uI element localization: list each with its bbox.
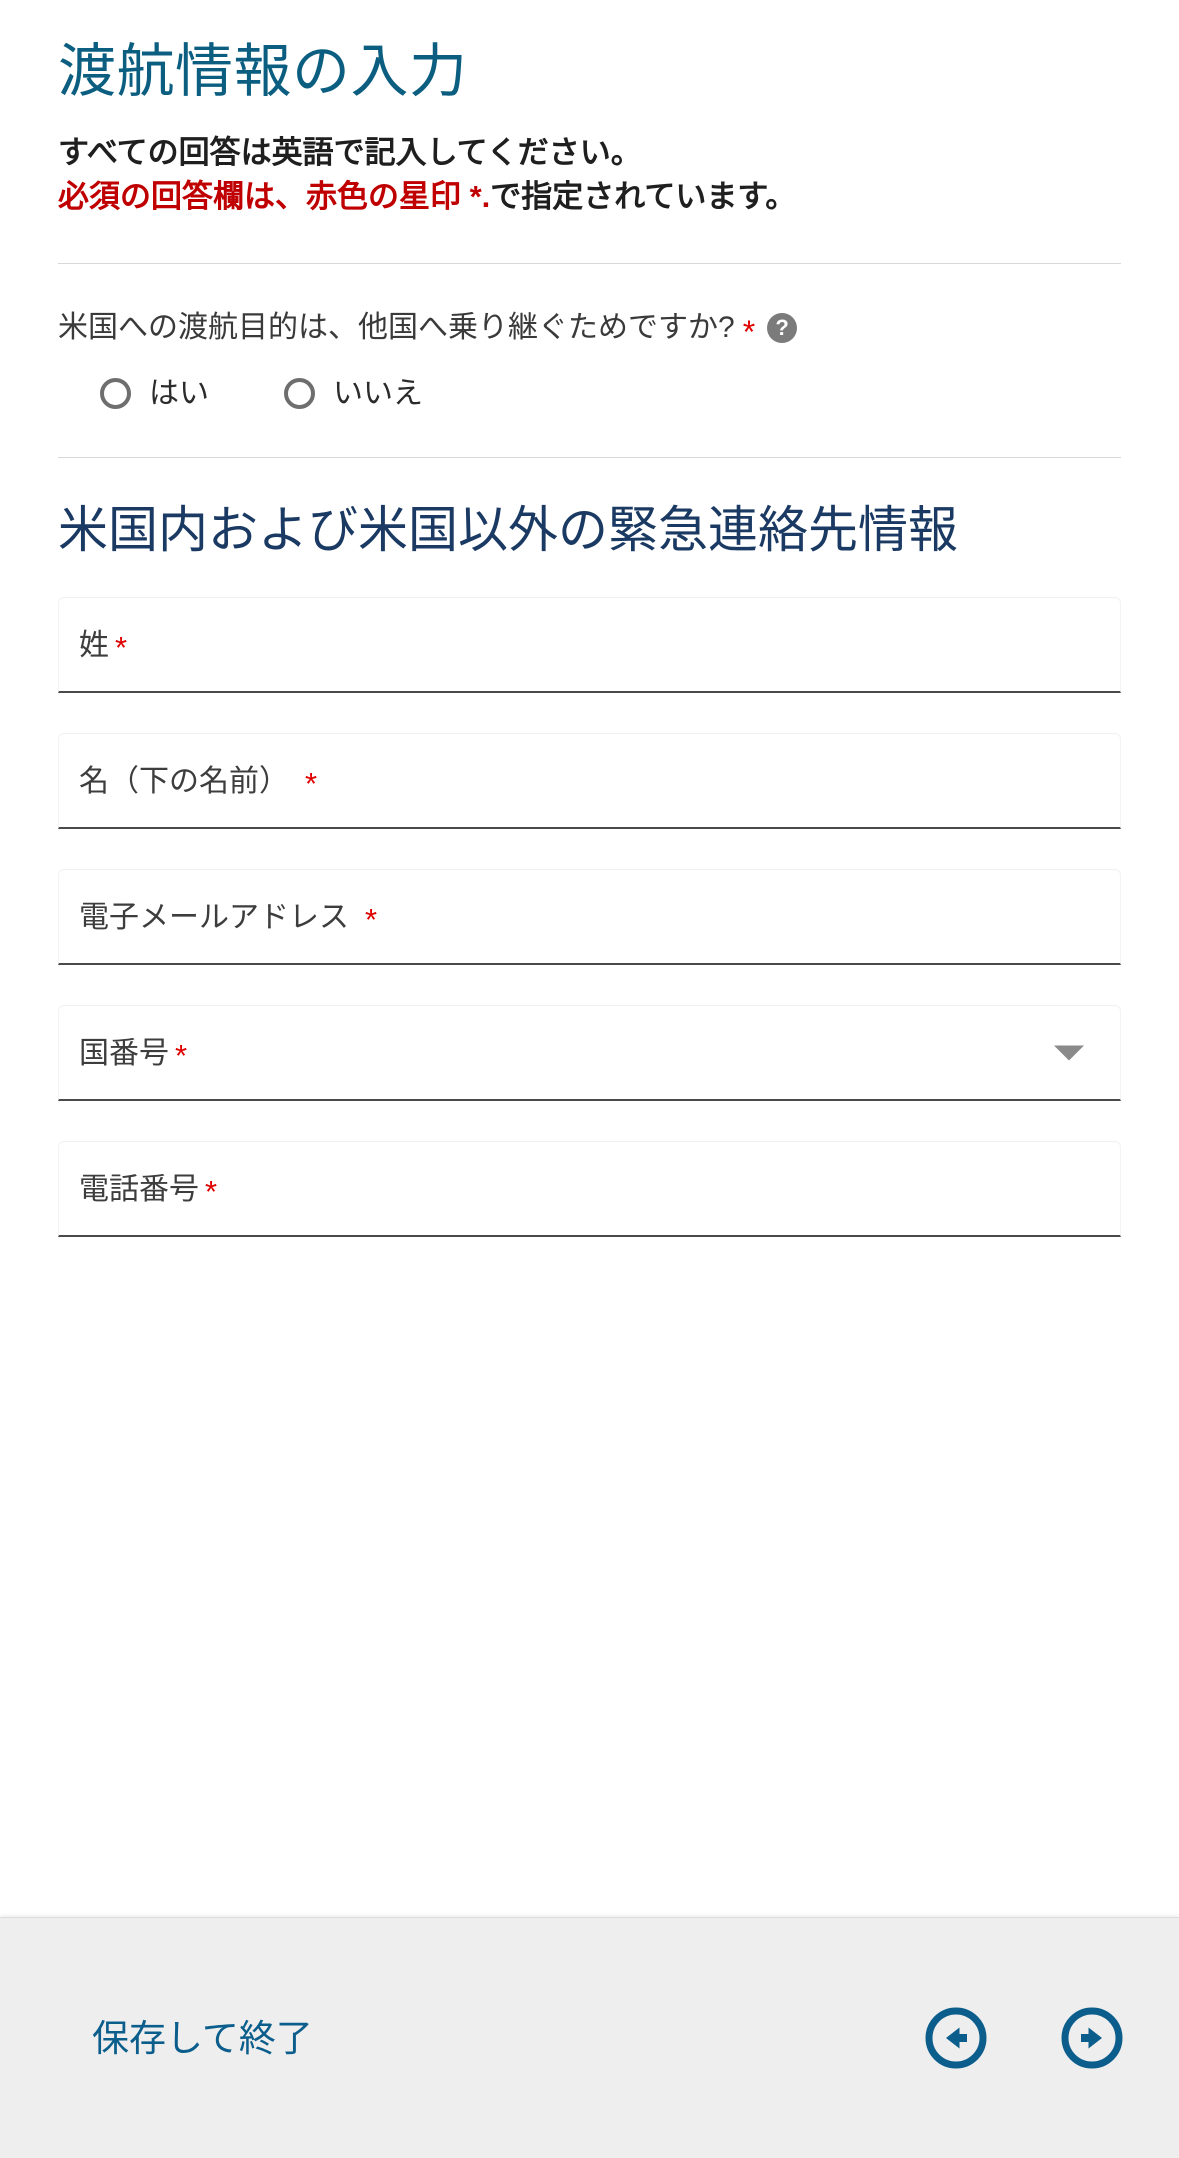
- chevron-down-icon[interactable]: [1054, 1045, 1084, 1061]
- required-asterisk: *: [175, 1037, 188, 1073]
- required-asterisk: *: [305, 765, 318, 801]
- radio-circle-icon[interactable]: [284, 378, 315, 410]
- save-and-exit-button[interactable]: 保存して終了: [92, 2020, 313, 2057]
- help-question-icon[interactable]: ?: [767, 312, 798, 343]
- required-asterisk: *: [365, 901, 378, 937]
- field-label-family-name: 姓 *: [79, 628, 128, 665]
- travel-info-form-page: 渡航情報の入力 すべての回答は英語で記入してください。 必須の回答欄は、赤色の星…: [0, 0, 1179, 2158]
- required-asterisk: *: [742, 313, 756, 350]
- transit-question-block: 米国への渡航目的は、他国へ乗り継ぐためですか? * ? はい いいえ: [58, 264, 1121, 410]
- form-footer-bar: 保存して終了: [0, 1917, 1179, 2158]
- radio-option-yes[interactable]: はい: [100, 376, 209, 410]
- radio-label-no: いいえ: [333, 376, 423, 410]
- intro-required-red: 必須の回答欄は、赤色の星印 *.: [58, 178, 491, 214]
- field-given-name[interactable]: 名（下の名前） *: [58, 733, 1121, 830]
- intro-instructions: すべての回答は英語で記入してください。 必須の回答欄は、赤色の星印 *.で指定さ…: [58, 131, 1121, 219]
- emergency-contact-heading: 米国内および米国以外の緊急連絡先情報: [58, 502, 958, 559]
- radio-option-no[interactable]: いいえ: [284, 376, 423, 410]
- field-family-name[interactable]: 姓 *: [58, 597, 1121, 694]
- required-asterisk: *: [205, 1173, 218, 1209]
- transit-question-label: 米国への渡航目的は、他国へ乗り継ぐためですか?: [58, 310, 735, 344]
- transit-question-row: 米国への渡航目的は、他国へ乗り継ぐためですか? * ?: [58, 308, 1121, 349]
- page-title: 渡航情報の入力: [58, 39, 468, 104]
- emergency-contact-fields: 姓 * 名（下の名前） * 電子メールアドレス * 国番号 * 電話番号 *: [58, 561, 1121, 1238]
- field-country-code[interactable]: 国番号 *: [58, 1005, 1121, 1102]
- arrow-left-circle-icon[interactable]: [925, 2007, 987, 2069]
- field-phone-number[interactable]: 電話番号 *: [58, 1141, 1121, 1238]
- required-asterisk: *: [115, 629, 128, 665]
- form-scroll-area[interactable]: 渡航情報の入力 すべての回答は英語で記入してください。 必須の回答欄は、赤色の星…: [0, 0, 1179, 1917]
- radio-label-yes: はい: [149, 376, 209, 410]
- intro-line-english: すべての回答は英語で記入してください。: [58, 134, 642, 170]
- field-label-email-address: 電子メールアドレス *: [79, 900, 378, 937]
- field-label-country-code: 国番号 *: [79, 1036, 188, 1073]
- field-label-phone-number: 電話番号 *: [79, 1172, 218, 1209]
- field-email-address[interactable]: 電子メールアドレス *: [58, 869, 1121, 966]
- intro-line-required: 必須の回答欄は、赤色の星印 *.で指定されています。: [58, 175, 1121, 219]
- footer-nav-buttons: [851, 2007, 1123, 2069]
- transit-radio-group[interactable]: はい いいえ: [58, 376, 1121, 410]
- field-label-given-name: 名（下の名前） *: [79, 764, 318, 801]
- arrow-right-circle-icon[interactable]: [1061, 2007, 1123, 2069]
- radio-circle-icon[interactable]: [100, 378, 131, 410]
- intro-required-tail: で指定されています。: [490, 178, 797, 214]
